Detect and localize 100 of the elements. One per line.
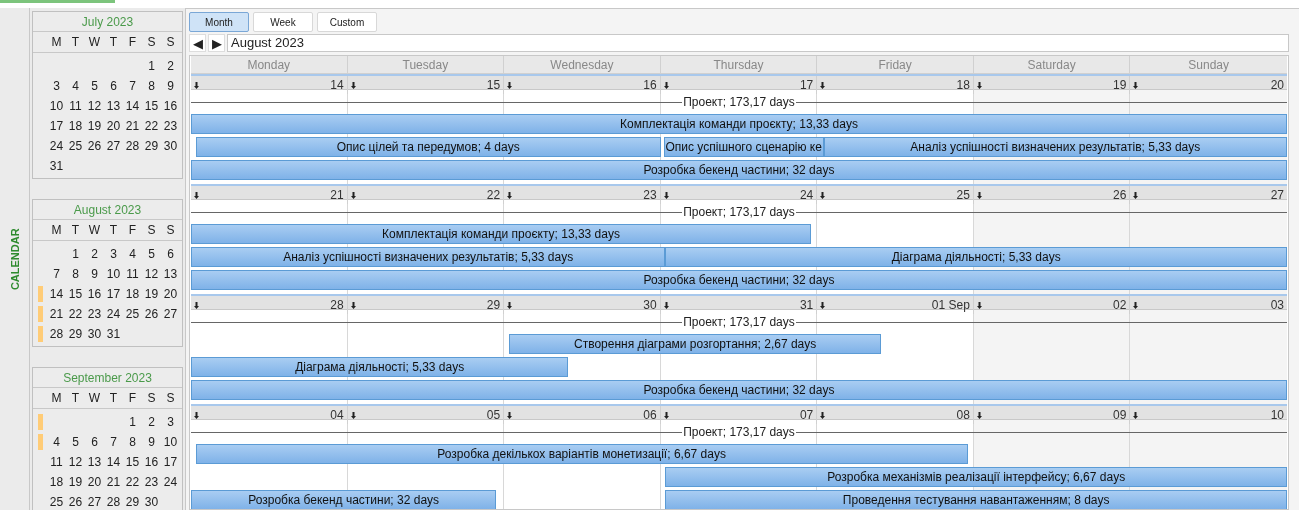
next-button[interactable]: ▶ [208,34,225,52]
day-number[interactable]: 2 [161,57,180,75]
task-bar[interactable]: Розробка бекенд частини; 32 days [191,490,497,509]
day-number[interactable]: 14 [123,97,142,115]
task-bar[interactable]: Опис цілей та передумов; 4 days [195,137,661,157]
side-tab[interactable]: CALENDAR [6,228,23,290]
day-number[interactable]: 17 [104,285,123,303]
down-arrow-icon[interactable] [194,81,199,89]
day-number[interactable]: 16 [85,285,104,303]
down-arrow-icon[interactable] [976,301,982,309]
day-number[interactable]: 31 [47,157,66,175]
down-arrow-icon[interactable] [1133,191,1139,199]
day-number[interactable]: 7 [123,77,142,95]
day-number[interactable]: 24 [161,473,180,491]
day-number[interactable]: 20 [161,285,180,303]
day-number[interactable]: 2 [142,413,161,431]
task-bar[interactable]: Опис успішного сценарію ке [663,137,824,157]
down-arrow-icon[interactable] [1133,81,1139,89]
day-number[interactable]: 26 [66,493,85,510]
day-number[interactable]: 13 [85,453,104,471]
day-number[interactable]: 5 [142,245,161,263]
day-number[interactable]: 18 [123,285,142,303]
day-number[interactable]: 5 [85,77,104,95]
day-number[interactable]: 15 [123,453,142,471]
day-number[interactable]: 7 [47,265,66,283]
day-number[interactable]: 22 [66,305,85,323]
day-number[interactable]: 20 [104,117,123,135]
down-arrow-icon[interactable] [976,191,982,199]
day-number[interactable]: 8 [66,265,85,283]
down-arrow-icon[interactable] [663,191,669,199]
day-number[interactable]: 3 [161,413,180,431]
day-number[interactable]: 28 [123,137,142,155]
day-number[interactable]: 11 [123,265,142,283]
view-tab[interactable]: Custom [317,12,377,32]
down-arrow-icon[interactable] [663,411,669,419]
previous-button[interactable]: ◀ [189,34,206,52]
day-number[interactable]: 23 [85,305,104,323]
down-arrow-icon[interactable] [194,411,199,419]
down-arrow-icon[interactable] [194,191,199,199]
task-bar[interactable]: Аналіз успішності визначених результатів; 5,33 days [191,247,666,267]
down-arrow-icon[interactable] [663,301,669,309]
day-number[interactable]: 8 [123,433,142,451]
day-number[interactable]: 27 [85,493,104,510]
day-number[interactable]: 26 [142,305,161,323]
day-number[interactable]: 12 [66,453,85,471]
down-arrow-icon[interactable] [976,81,982,89]
day-number[interactable]: 27 [161,305,180,323]
down-arrow-icon[interactable] [350,411,356,419]
down-arrow-icon[interactable] [350,81,356,89]
day-number[interactable]: 11 [66,97,85,115]
day-number[interactable]: 13 [104,97,123,115]
day-number[interactable]: 27 [104,137,123,155]
task-bar[interactable]: Аналіз успішності визначених результатів; 5,33 days [823,137,1287,157]
day-number[interactable]: 25 [66,137,85,155]
day-number[interactable]: 17 [47,117,66,135]
period-field[interactable]: August 2023 [227,34,1289,52]
day-number[interactable]: 25 [47,493,66,510]
day-number[interactable]: 21 [104,473,123,491]
view-tab[interactable]: Month [189,12,249,32]
day-number[interactable]: 12 [85,97,104,115]
day-number[interactable]: 20 [85,473,104,491]
down-arrow-icon[interactable] [976,411,982,419]
day-number[interactable]: 23 [142,473,161,491]
day-number[interactable]: 30 [85,325,104,343]
day-number[interactable]: 16 [142,453,161,471]
down-arrow-icon[interactable] [1133,411,1139,419]
day-number[interactable]: 25 [123,305,142,323]
day-number[interactable]: 19 [66,473,85,491]
task-bar[interactable]: Діаграма діяльності; 5,33 days [665,247,1287,267]
day-number[interactable]: 5 [66,433,85,451]
day-number[interactable]: 6 [104,77,123,95]
day-number[interactable]: 12 [142,265,161,283]
day-number[interactable]: 29 [123,493,142,510]
day-number[interactable]: 24 [47,137,66,155]
task-bar[interactable]: Проведення тестування навантаженням; 8 days [665,490,1287,509]
day-number[interactable]: 26 [85,137,104,155]
day-number[interactable]: 10 [47,97,66,115]
day-number[interactable]: 19 [142,285,161,303]
day-number[interactable]: 19 [85,117,104,135]
down-arrow-icon[interactable] [820,411,826,419]
down-arrow-icon[interactable] [507,301,513,309]
task-bar[interactable]: Розробка механізмів реалізації інтерфейсу; 6,67 days [665,467,1287,487]
day-number[interactable]: 9 [85,265,104,283]
day-number[interactable]: 4 [47,433,66,451]
task-bar[interactable]: Комплектація команди проєкту; 13,33 days [191,114,1287,134]
day-number[interactable]: 28 [47,325,66,343]
day-number[interactable]: 9 [142,433,161,451]
task-bar[interactable]: Діаграма діяльності; 5,33 days [191,357,569,377]
down-arrow-icon[interactable] [507,191,513,199]
day-number[interactable]: 22 [142,117,161,135]
down-arrow-icon[interactable] [663,81,669,89]
day-number[interactable]: 22 [123,473,142,491]
day-number[interactable]: 9 [161,77,180,95]
day-number[interactable]: 16 [161,97,180,115]
task-bar[interactable]: Розробка бекенд частини; 32 days [191,270,1287,290]
day-number[interactable]: 3 [104,245,123,263]
day-number[interactable]: 7 [104,433,123,451]
day-number[interactable]: 14 [104,453,123,471]
view-tab[interactable]: Week [253,12,313,32]
day-number[interactable]: 15 [66,285,85,303]
